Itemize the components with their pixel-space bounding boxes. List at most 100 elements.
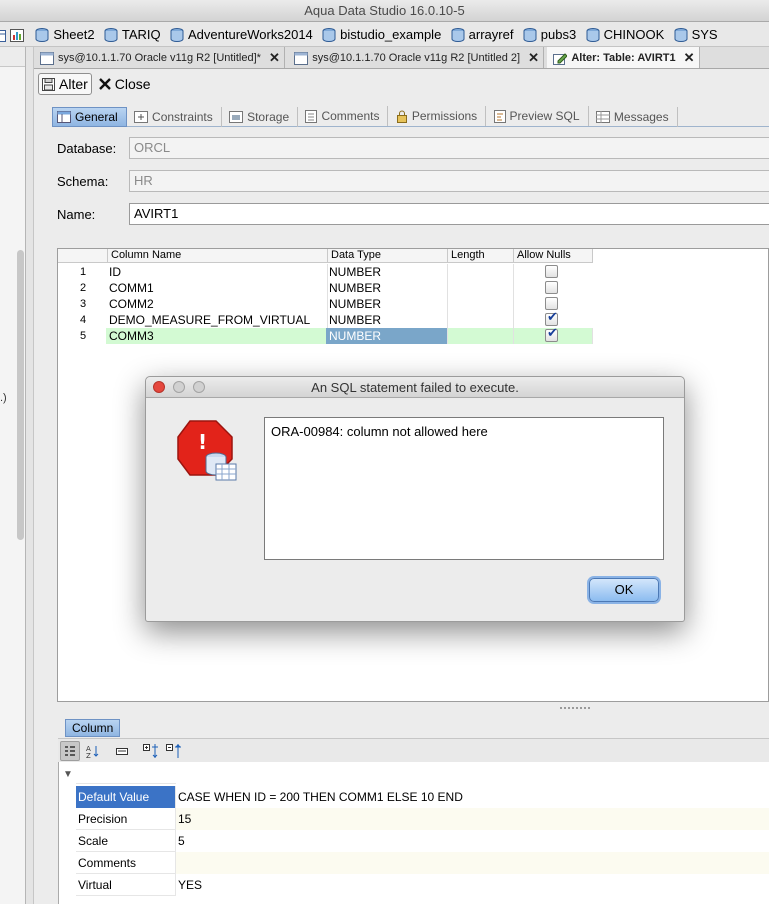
left-panel-scrollbar[interactable] — [17, 250, 24, 540]
dialog-titlebar: An SQL statement failed to execute. — [146, 377, 684, 398]
property-row-scale[interactable]: Scale 5 — [76, 830, 769, 852]
length-cell[interactable] — [448, 296, 514, 312]
property-page-icon[interactable] — [112, 741, 132, 761]
alter-button[interactable]: Alter — [38, 73, 92, 95]
grid-icon[interactable] — [0, 29, 6, 42]
database-icon — [586, 27, 600, 42]
column-name-cell[interactable]: COMM2 — [106, 296, 328, 312]
name-label: Name: — [57, 206, 96, 222]
close-window-icon[interactable] — [153, 381, 165, 393]
document-icon — [305, 109, 318, 123]
column-name-cell[interactable]: ID — [106, 264, 328, 280]
property-value[interactable]: 15 — [176, 808, 769, 830]
tab-preview-sql[interactable]: Preview SQL — [490, 106, 589, 126]
connection-bar-tools — [0, 23, 24, 46]
data-type-cell[interactable]: NUMBER — [326, 328, 448, 344]
allow-nulls-checkbox[interactable] — [545, 310, 558, 326]
close-tab-icon[interactable]: ✕ — [269, 50, 280, 66]
database-error-icon: ! — [176, 419, 240, 483]
categorized-view-icon[interactable] — [60, 740, 80, 761]
collapse-triangle-icon[interactable]: ▼ — [63, 769, 73, 780]
column-name-cell[interactable]: COMM1 — [106, 280, 328, 296]
row-number: 2 — [79, 282, 87, 294]
column-name-cell[interactable]: COMM3 — [106, 328, 328, 344]
table-row-selected[interactable]: 5 COMM3 NUMBER — [58, 326, 593, 344]
property-value[interactable]: CASE WHEN ID = 200 THEN COMM1 ELSE 10 EN… — [176, 786, 769, 808]
data-type-header[interactable]: Data Type — [328, 249, 448, 263]
connection-bistudio-example[interactable]: bistudio_example — [322, 22, 441, 46]
length-header[interactable]: Length — [448, 249, 514, 263]
length-cell[interactable] — [448, 312, 514, 328]
allow-nulls-checkbox[interactable] — [545, 297, 558, 310]
connection-sheet2[interactable]: Sheet2 — [35, 22, 95, 46]
chart-icon[interactable] — [10, 29, 24, 42]
property-name: Virtual — [76, 874, 176, 896]
database-icon — [451, 27, 465, 42]
column-name-cell[interactable]: DEMO_MEASURE_FROM_VIRTUAL — [106, 312, 328, 328]
allow-nulls-checkbox[interactable] — [545, 326, 558, 342]
length-cell[interactable] — [448, 264, 514, 280]
close-button[interactable]: Close — [96, 73, 154, 95]
tab-permissions[interactable]: Permissions — [392, 106, 487, 126]
allow-nulls-checkbox[interactable] — [545, 265, 558, 278]
editor-tab-untitled[interactable]: sys@10.1.1.70 Oracle v11g R2 [Untitled]*… — [34, 47, 285, 68]
row-number: 4 — [79, 314, 87, 326]
property-value[interactable]: YES — [176, 874, 769, 896]
connection-sys[interactable]: SYS — [674, 22, 718, 46]
database-icon — [104, 27, 118, 42]
table-name-field[interactable]: AVIRT1 — [129, 203, 769, 225]
editor-tab-alter-table[interactable]: Alter: Table: AVIRT1 ✕ — [547, 47, 700, 68]
left-gutter — [26, 47, 34, 904]
toolbar: Alter Close — [34, 70, 769, 98]
property-value[interactable]: 5 — [176, 830, 769, 852]
connection-pubs3[interactable]: pubs3 — [523, 22, 576, 46]
close-tab-icon[interactable]: ✕ — [528, 50, 539, 66]
data-type-cell[interactable]: NUMBER — [326, 312, 448, 328]
left-panel-text: .) — [0, 392, 7, 404]
ok-button[interactable]: OK — [589, 578, 659, 602]
table-row[interactable]: 3 COMM2 NUMBER — [58, 296, 593, 312]
property-row-virtual[interactable]: Virtual YES — [76, 874, 769, 896]
close-icon — [98, 78, 111, 90]
tab-constraints[interactable]: Constraints — [130, 106, 222, 127]
tab-storage[interactable]: Storage — [225, 106, 299, 127]
zoom-window-icon[interactable] — [193, 381, 205, 393]
table-row[interactable]: 4 DEMO_MEASURE_FROM_VIRTUAL NUMBER — [58, 310, 593, 328]
minimize-window-icon[interactable] — [173, 381, 185, 393]
sql-script-icon — [493, 109, 506, 123]
allow-nulls-checkbox[interactable] — [545, 281, 558, 294]
table-row[interactable]: 1 ID NUMBER — [58, 264, 593, 280]
allow-nulls-header[interactable]: Allow Nulls — [514, 249, 593, 263]
connection-adventureworks2014[interactable]: AdventureWorks2014 — [170, 22, 313, 46]
row-number: 3 — [79, 298, 87, 310]
property-value[interactable] — [176, 852, 769, 874]
connection-tariq[interactable]: TARIQ — [104, 22, 161, 46]
database-icon — [674, 27, 688, 42]
data-type-cell[interactable]: NUMBER — [326, 280, 448, 296]
tab-messages[interactable]: Messages — [592, 106, 678, 127]
database-icon — [35, 27, 49, 42]
data-type-cell[interactable]: NUMBER — [326, 264, 448, 280]
close-tab-icon[interactable]: ✕ — [684, 50, 695, 66]
sort-alphabetical-icon[interactable]: AZ — [83, 741, 103, 761]
connection-arrayref[interactable]: arrayref — [451, 22, 513, 46]
property-row-comments[interactable]: Comments — [76, 852, 769, 874]
collapse-all-icon[interactable] — [164, 741, 184, 761]
property-row-default-value[interactable]: Default Value CASE WHEN ID = 200 THEN CO… — [76, 786, 769, 808]
connection-bar: Sheet2 TARIQ AdventureWorks2014 bistudio… — [0, 22, 769, 47]
property-row-precision[interactable]: Precision 15 — [76, 808, 769, 830]
constraint-icon — [134, 110, 149, 123]
splitter-handle[interactable] — [560, 707, 590, 711]
column-name-header[interactable]: Column Name — [108, 249, 328, 263]
tab-general[interactable]: General — [52, 106, 127, 127]
table-row[interactable]: 2 COMM1 NUMBER — [58, 280, 593, 296]
data-type-cell[interactable]: NUMBER — [326, 296, 448, 312]
expand-all-icon[interactable] — [141, 741, 161, 761]
tab-comments[interactable]: Comments — [301, 106, 389, 126]
length-cell[interactable] — [448, 280, 514, 296]
column-properties-grid: Default Value CASE WHEN ID = 200 THEN CO… — [58, 762, 769, 904]
connection-chinook[interactable]: CHINOOK — [586, 22, 664, 46]
tab-column[interactable]: Column — [65, 719, 121, 737]
editor-tab-untitled-2[interactable]: sys@10.1.1.70 Oracle v11g R2 [Untitled 2… — [288, 47, 544, 68]
length-cell[interactable] — [448, 328, 514, 344]
